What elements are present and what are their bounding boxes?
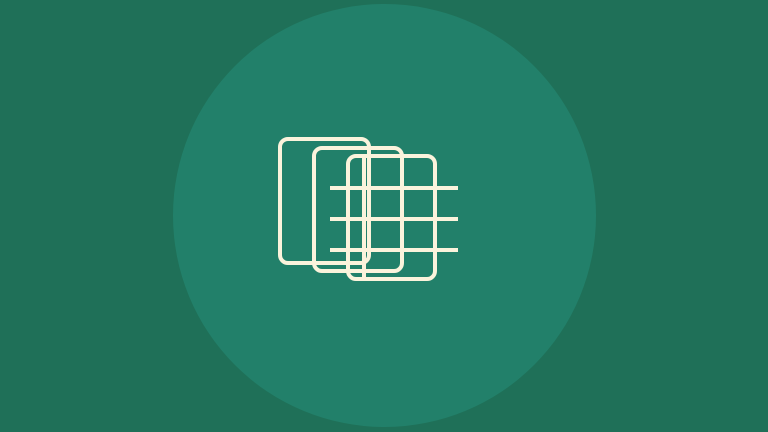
sheet-middle-icon — [312, 146, 404, 273]
splash-canvas — [0, 0, 768, 432]
stacked-sheets-grid-icon — [0, 0, 768, 432]
